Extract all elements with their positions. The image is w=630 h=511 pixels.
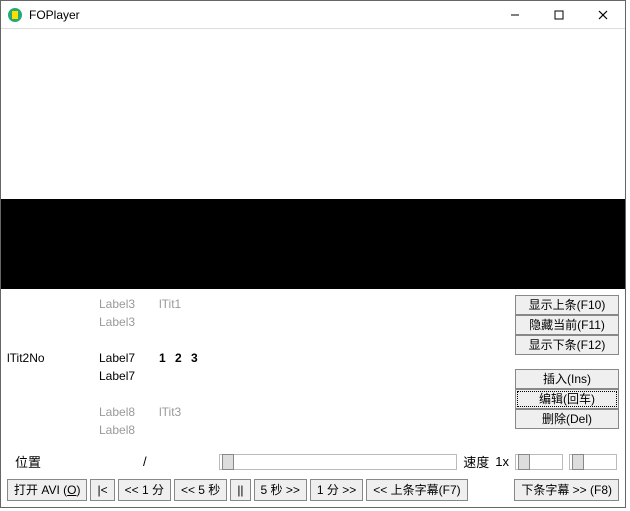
minimize-button[interactable]	[493, 1, 537, 29]
position-label: 位置	[15, 452, 41, 471]
pause-button[interactable]: ||	[230, 479, 250, 501]
prev-subtitle-button[interactable]: << 上条字幕(F7)	[366, 479, 467, 501]
seek-slider[interactable]	[219, 454, 458, 470]
current-subtitle-text: 1 2 3	[159, 351, 511, 365]
subtitle-labels-grid: Label3lTit1 Label3 lTit2NoLabel71 2 3 La…	[7, 295, 511, 450]
label: Label7	[99, 369, 159, 383]
window-title: FOPlayer	[29, 8, 80, 22]
subtitle-info-panel: Label3lTit1 Label3 lTit2NoLabel71 2 3 La…	[1, 289, 625, 450]
video-area	[1, 29, 625, 199]
open-avi-button[interactable]: 打开 AVI (O)	[7, 479, 87, 501]
go-start-button[interactable]: |<	[90, 479, 114, 501]
side-button-group: 显示上条(F10) 隐藏当前(F11) 显示下条(F12) 插入(Ins) 编辑…	[515, 295, 619, 450]
speed-slider[interactable]	[515, 454, 563, 470]
fwd-1min-button[interactable]: 1 分 >>	[310, 479, 363, 501]
transport-bar: 打开 AVI (O) |< << 1 分 << 5 秒 || 5 秒 >> 1 …	[1, 475, 625, 507]
label: Label8	[99, 423, 159, 437]
back-1min-button[interactable]: << 1 分	[118, 479, 171, 501]
back-5sec-button[interactable]: << 5 秒	[174, 479, 227, 501]
app-window: FOPlayer Label3lTit1 Label3 lTit2NoLabel…	[0, 0, 626, 508]
show-next-button[interactable]: 显示下条(F12)	[515, 335, 619, 355]
insert-button[interactable]: 插入(Ins)	[515, 369, 619, 389]
edit-button[interactable]: 编辑(回车)	[515, 389, 619, 409]
next-subtitle-button[interactable]: 下条字幕 >> (F8)	[514, 479, 619, 501]
subtitle-preview-strip	[1, 199, 625, 289]
volume-slider[interactable]	[569, 454, 617, 470]
fwd-5sec-button[interactable]: 5 秒 >>	[254, 479, 307, 501]
position-separator: /	[143, 454, 147, 469]
label: Label3	[99, 297, 159, 311]
label: lTit3	[159, 405, 511, 419]
speed-label: 速度	[463, 452, 489, 471]
app-icon	[7, 7, 23, 23]
label: Label8	[99, 405, 159, 419]
speed-value: 1x	[495, 454, 509, 469]
title-bar: FOPlayer	[1, 1, 625, 29]
maximize-button[interactable]	[537, 1, 581, 29]
show-prev-button[interactable]: 显示上条(F10)	[515, 295, 619, 315]
delete-button[interactable]: 删除(Del)	[515, 409, 619, 429]
label: Label7	[99, 351, 159, 365]
current-subtitle-no: lTit2No	[7, 351, 99, 365]
status-row: 位置 / 速度 1x	[1, 450, 625, 475]
label: Label3	[99, 315, 159, 329]
label: lTit1	[159, 297, 511, 311]
hide-current-button[interactable]: 隐藏当前(F11)	[515, 315, 619, 335]
close-button[interactable]	[581, 1, 625, 29]
